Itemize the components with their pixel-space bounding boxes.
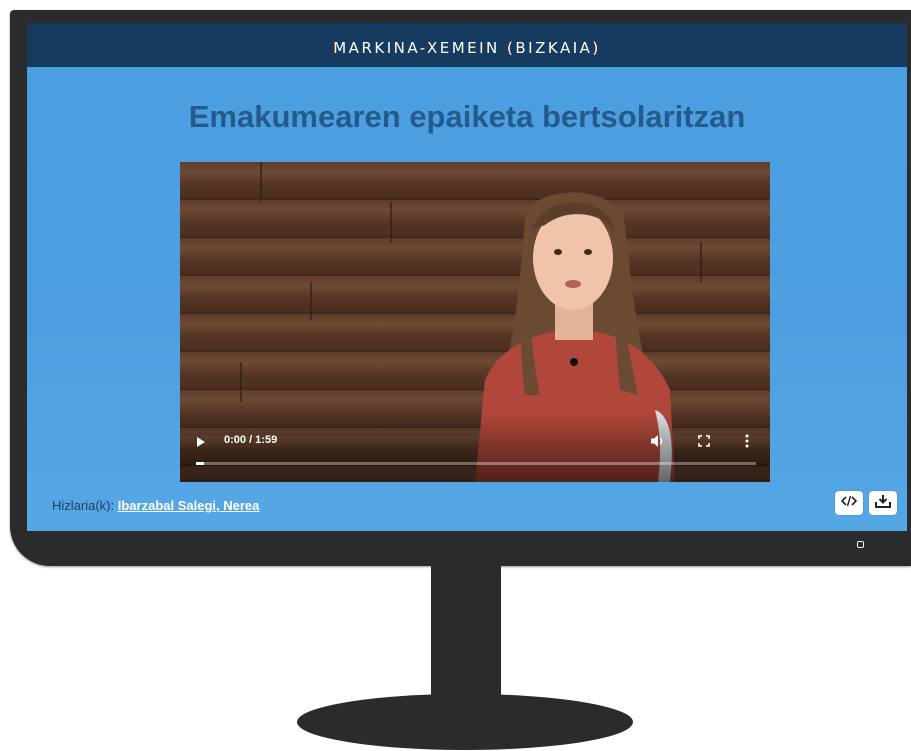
embed-button[interactable] — [835, 491, 863, 515]
monitor-stand-base — [297, 694, 633, 750]
download-icon — [875, 494, 891, 513]
power-indicator — [857, 541, 864, 548]
page-title: Emakumearen epaiketa bertsolaritzan — [188, 99, 746, 134]
time-display: 0:00 / 1:59 — [224, 434, 278, 446]
video-player[interactable]: 0:00 / 1:59 — [180, 162, 770, 482]
progress-bar[interactable] — [196, 462, 756, 465]
location-header: MARKINA-XEMEIN (BIZKAIA) — [27, 23, 907, 67]
controls-overlay — [180, 412, 770, 482]
plank-seam — [700, 242, 702, 282]
location-title: MARKINA-XEMEIN (BIZKAIA) — [333, 39, 601, 57]
volume-icon[interactable] — [650, 434, 666, 448]
embed-code-icon — [840, 494, 858, 512]
fullscreen-icon[interactable] — [698, 435, 710, 447]
plank-seam — [260, 162, 262, 202]
speaker-line: Hizlaria(k): Ibarzabal Salegi, Nerea — [52, 498, 259, 513]
progress-fill — [196, 462, 205, 465]
speaker-name-link[interactable]: Ibarzabal Salegi, Nerea — [118, 498, 260, 513]
play-icon[interactable] — [197, 437, 205, 447]
more-vert-icon[interactable] — [744, 434, 750, 448]
plank-seam — [310, 282, 312, 320]
plank-seam — [240, 362, 242, 402]
speaker-label: Hizlaria(k): — [52, 498, 115, 513]
monitor-screen: MARKINA-XEMEIN (BIZKAIA) Emakumearen epa… — [27, 23, 907, 531]
stage: MARKINA-XEMEIN (BIZKAIA) Emakumearen epa… — [0, 0, 911, 751]
download-button[interactable] — [869, 491, 897, 515]
plank-seam — [390, 202, 392, 242]
monitor-frame: MARKINA-XEMEIN (BIZKAIA) Emakumearen epa… — [10, 10, 911, 566]
